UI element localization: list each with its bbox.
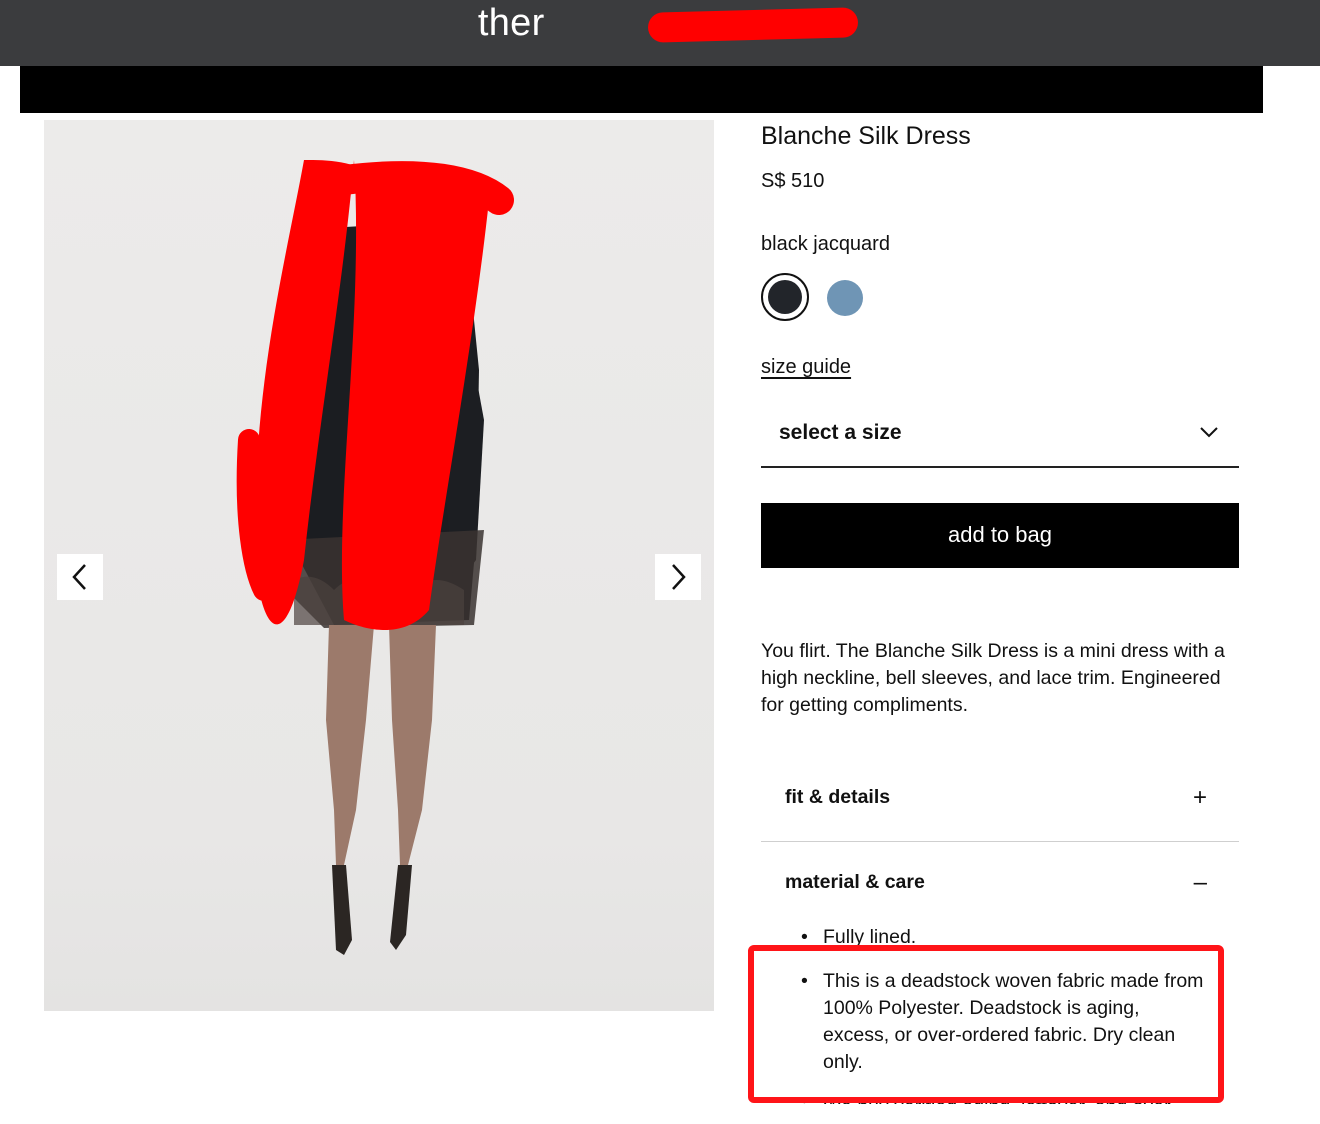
plus-icon: + xyxy=(1192,784,1207,811)
accordion-divider xyxy=(761,841,1239,842)
url-redaction-scribble xyxy=(647,7,859,43)
product-image[interactable] xyxy=(44,120,714,1011)
url-prefix: ther xyxy=(477,2,545,44)
site-header-bar xyxy=(20,66,1263,113)
size-select-dropdown[interactable]: select a size xyxy=(761,408,1239,468)
product-price: S$ 510 xyxy=(761,170,825,192)
swatch-fill xyxy=(768,280,802,314)
accordion-material-care[interactable]: material & care – xyxy=(761,857,1239,917)
chevron-down-icon xyxy=(1200,427,1218,438)
gallery-prev-button[interactable] xyxy=(57,554,103,600)
add-to-bag-button[interactable]: add to bag xyxy=(761,503,1239,568)
accordion-material-care-label: material & care xyxy=(785,871,925,893)
product-description: You flirt. The Blanche Silk Dress is a m… xyxy=(761,640,1225,716)
product-title: Blanche Silk Dress xyxy=(761,122,971,150)
chevron-right-icon xyxy=(672,564,686,590)
size-select-label: select a size xyxy=(779,421,902,444)
chevron-left-icon xyxy=(72,564,86,590)
accordion-fit-details-label: fit & details xyxy=(785,786,891,808)
swatch-black-jacquard[interactable] xyxy=(761,273,809,321)
cut-off-edge xyxy=(761,1104,1239,1124)
browser-address-bar[interactable]: ther.com xyxy=(0,0,1320,66)
accordion-fit-details[interactable]: fit & details + xyxy=(761,772,1239,832)
selected-color-label: black jacquard xyxy=(761,233,890,255)
minus-icon: – xyxy=(1193,869,1207,896)
gallery-next-button[interactable] xyxy=(655,554,701,600)
swatch-blue[interactable] xyxy=(827,280,863,316)
size-guide-link[interactable]: size guide xyxy=(761,356,851,379)
model-photo xyxy=(236,160,514,955)
